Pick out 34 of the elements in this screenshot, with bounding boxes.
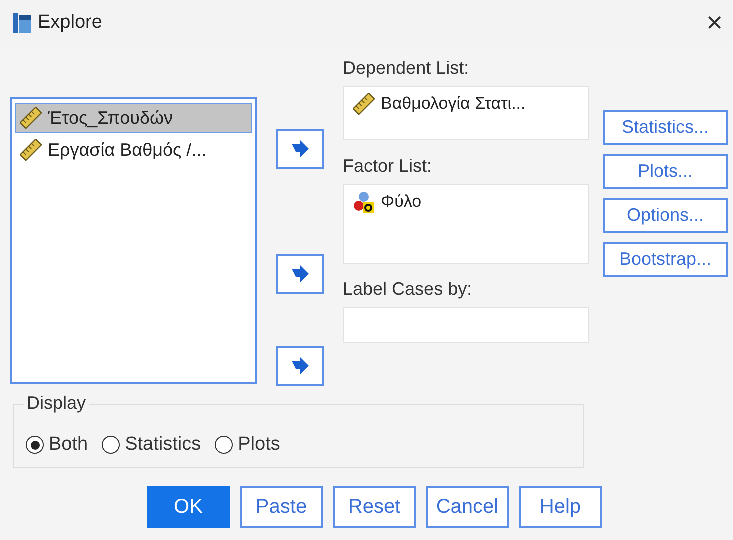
- side-button[interactable]: Bootstrap...: [603, 242, 728, 277]
- nominal-icon: [353, 191, 375, 213]
- factor-list-label: Factor List:: [343, 156, 434, 178]
- side-button[interactable]: Statistics...: [603, 110, 728, 145]
- variable-item[interactable]: Εργασία Βαθμός /...: [15, 135, 252, 165]
- radio-label: Statistics: [125, 434, 202, 456]
- side-button[interactable]: Plots...: [603, 154, 728, 189]
- move-arrow-button[interactable]: [276, 346, 324, 386]
- dialog-button[interactable]: Help: [519, 486, 602, 528]
- close-icon[interactable]: ×: [706, 9, 723, 37]
- display-radio[interactable]: Both: [26, 434, 88, 456]
- factor-item[interactable]: Φύλο: [352, 191, 580, 213]
- dependent-item[interactable]: Βαθμολογία Στατι...: [352, 93, 580, 115]
- dialog-button[interactable]: Reset: [333, 486, 416, 528]
- label-cases-field[interactable]: [343, 307, 589, 343]
- side-button[interactable]: Options...: [603, 198, 728, 233]
- move-arrow-button[interactable]: [276, 129, 324, 169]
- window-title: Explore: [38, 12, 104, 34]
- app-icon: [12, 12, 32, 34]
- move-arrow-button[interactable]: [276, 254, 324, 294]
- arrow-icon: [290, 265, 310, 283]
- arrow-icon: [290, 140, 310, 158]
- display-title: Display: [24, 393, 90, 414]
- variable-item[interactable]: Έτος_Σπουδών: [15, 103, 252, 133]
- arrow-icon: [290, 357, 310, 375]
- label-cases-label: Label Cases by:: [343, 279, 474, 301]
- display-radio[interactable]: Plots: [215, 434, 280, 456]
- radio-label: Plots: [238, 434, 280, 456]
- radio-label: Both: [49, 434, 88, 456]
- dialog-button[interactable]: Paste: [240, 486, 323, 528]
- dialog-button[interactable]: OK: [147, 486, 230, 528]
- dialog-button[interactable]: Cancel: [426, 486, 509, 528]
- display-radio[interactable]: Statistics: [102, 434, 202, 456]
- dependent-list-label: Dependent List:: [343, 58, 470, 80]
